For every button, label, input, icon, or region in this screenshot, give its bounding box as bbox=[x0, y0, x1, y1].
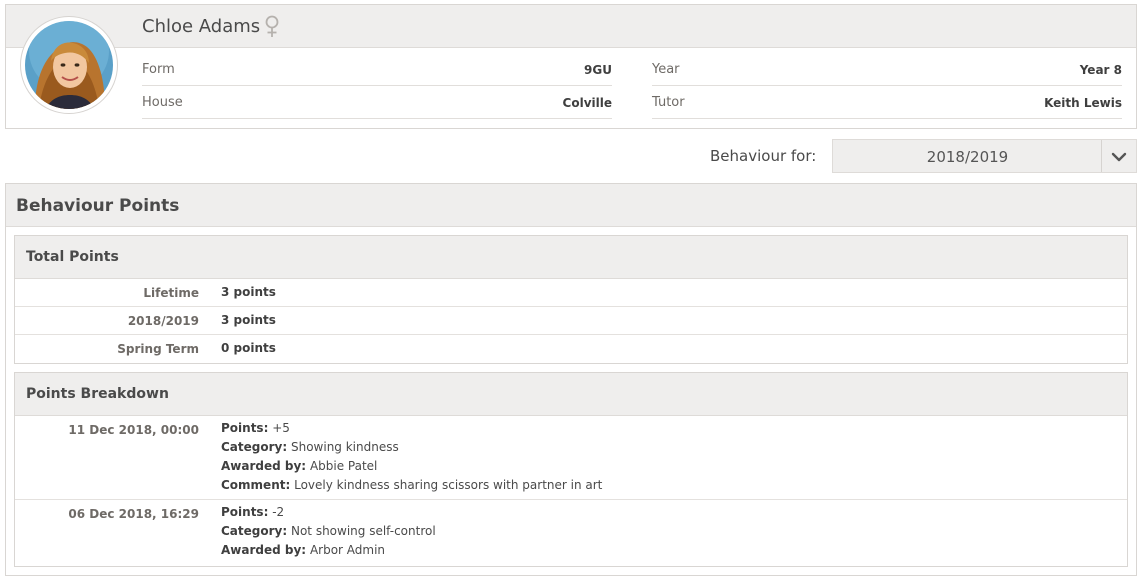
female-icon bbox=[262, 14, 282, 40]
points-breakdown-title: Points Breakdown bbox=[15, 373, 1127, 416]
avatar bbox=[21, 17, 117, 113]
points-value: 0 points bbox=[221, 341, 276, 355]
student-photo bbox=[25, 21, 113, 109]
tutor-row: Tutor Keith Lewis bbox=[652, 87, 1122, 119]
category-label: Category: bbox=[221, 440, 288, 454]
awarded-by-label: Awarded by: bbox=[221, 543, 307, 557]
points-breakdown-panel: Points Breakdown 11 Dec 2018, 00:00 Poin… bbox=[14, 372, 1128, 567]
behaviour-for-label: Behaviour for: bbox=[710, 147, 817, 165]
student-name: Chloe Adams bbox=[142, 16, 261, 37]
awarded-by-value: Abbie Patel bbox=[309, 459, 378, 473]
behaviour-points-panel: Behaviour Points Total Points Lifetime 3… bbox=[5, 183, 1137, 576]
house-value: Colville bbox=[562, 95, 612, 110]
house-row: House Colville bbox=[142, 87, 612, 119]
academic-year-value: 2018/2019 bbox=[926, 148, 1009, 166]
total-points-title: Total Points bbox=[15, 236, 1127, 279]
house-label: House bbox=[142, 95, 183, 110]
comment-label: Comment: bbox=[221, 478, 291, 492]
total-points-row: Spring Term 0 points bbox=[15, 335, 1127, 363]
points-amount: -2 bbox=[272, 505, 285, 519]
entry-details: Points: -2 Category: Not showing self-co… bbox=[221, 506, 436, 563]
entry-details: Points: +5 Category: Showing kindness Aw… bbox=[221, 422, 602, 498]
chevron-down-icon[interactable] bbox=[1110, 149, 1128, 165]
breakdown-entry[interactable]: 06 Dec 2018, 16:29 Points: -2 Category: … bbox=[15, 500, 1127, 566]
year-value: Year 8 bbox=[1079, 62, 1122, 77]
points-value: 3 points bbox=[221, 285, 276, 299]
year-row: Year Year 8 bbox=[652, 54, 1122, 86]
points-value: 3 points bbox=[221, 313, 276, 327]
entry-date: 06 Dec 2018, 16:29 bbox=[68, 507, 199, 521]
points-period-label: Spring Term bbox=[117, 342, 199, 356]
total-points-row: 2018/2019 3 points bbox=[15, 307, 1127, 335]
form-value: 9GU bbox=[584, 62, 612, 77]
comment-value: Lovely kindness sharing scissors with pa… bbox=[294, 478, 603, 492]
points-period-label: Lifetime bbox=[143, 286, 199, 300]
year-label: Year bbox=[652, 62, 680, 77]
tutor-label: Tutor bbox=[652, 95, 685, 110]
form-row: Form 9GU bbox=[142, 54, 612, 86]
awarded-by-label: Awarded by: bbox=[221, 459, 307, 473]
academic-year-select[interactable]: 2018/2019 bbox=[832, 139, 1137, 173]
total-points-row: Lifetime 3 points bbox=[15, 279, 1127, 307]
points-label: Points: bbox=[221, 505, 269, 519]
entry-date: 11 Dec 2018, 00:00 bbox=[68, 423, 199, 437]
points-amount: +5 bbox=[272, 421, 290, 435]
points-label: Points: bbox=[221, 421, 269, 435]
student-name-bar: Chloe Adams bbox=[6, 5, 1136, 48]
points-period-label: 2018/2019 bbox=[127, 314, 199, 328]
tutor-value: Keith Lewis bbox=[1044, 95, 1122, 110]
behaviour-points-title: Behaviour Points bbox=[6, 184, 1136, 227]
category-value: Showing kindness bbox=[290, 440, 399, 454]
category-label: Category: bbox=[221, 524, 288, 538]
category-value: Not showing self-control bbox=[290, 524, 436, 538]
breakdown-entry[interactable]: 11 Dec 2018, 00:00 Points: +5 Category: … bbox=[15, 416, 1127, 500]
student-card: Chloe Adams Form 9GU Year Year 8 House C… bbox=[5, 4, 1137, 129]
awarded-by-value: Arbor Admin bbox=[309, 543, 386, 557]
form-label: Form bbox=[142, 62, 175, 77]
select-divider bbox=[1101, 140, 1102, 172]
total-points-panel: Total Points Lifetime 3 points 2018/2019… bbox=[14, 235, 1128, 364]
